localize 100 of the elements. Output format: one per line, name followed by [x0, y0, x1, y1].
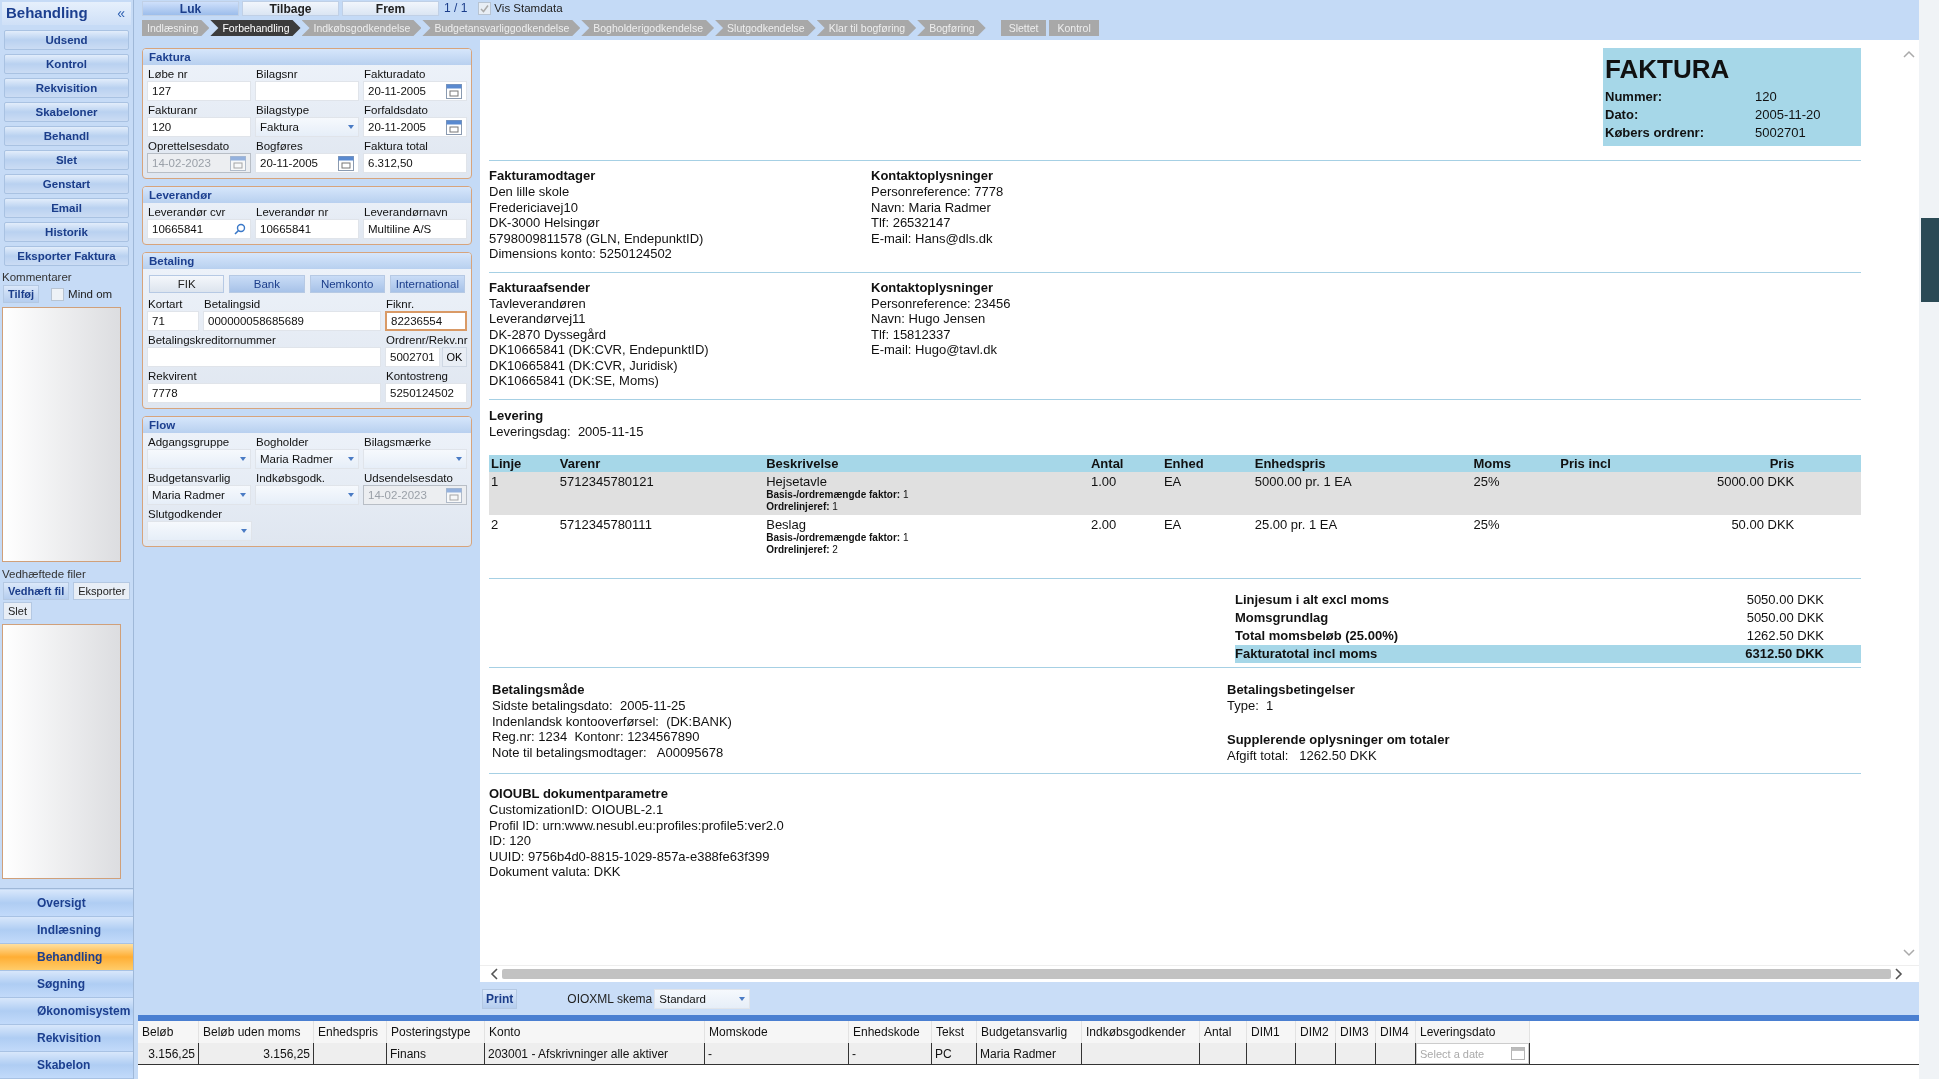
column-header[interactable]: Momskode [704, 1021, 849, 1043]
input-field[interactable]: Multiline A/S [363, 219, 467, 239]
table-cell: 203001 - Afskrivninger alle aktiver [484, 1043, 705, 1065]
delete-button[interactable]: Slet [3, 602, 32, 620]
total-label: Fakturatotal incl moms [1235, 645, 1746, 663]
input-field[interactable] [255, 81, 359, 101]
total-value: 6312.50 DKK [1745, 645, 1861, 663]
toolbar-button[interactable]: Luk [142, 0, 239, 16]
payment-tab[interactable]: International [389, 275, 465, 293]
nav-item[interactable]: Søgning [0, 971, 133, 998]
table-cell: 5712345780121 [557, 472, 765, 515]
column-header[interactable]: DIM2 [1295, 1021, 1336, 1043]
meta-label: Nummer: [1605, 88, 1664, 106]
dropdown[interactable]: Maria Radmer [255, 449, 359, 469]
column-header[interactable]: Enhedspris [313, 1021, 387, 1043]
calendar-icon [446, 83, 462, 99]
collapse-button[interactable]: « [117, 4, 125, 21]
input-field[interactable]: 120 [147, 117, 251, 137]
date-field[interactable]: 20-11-2005 [363, 81, 467, 101]
input-field[interactable]: 71 [147, 311, 199, 331]
section-header[interactable]: Faktura [143, 49, 471, 65]
input-field[interactable]: 82236554 [385, 311, 467, 331]
date-field[interactable]: 20-11-2005 [363, 117, 467, 137]
column-header[interactable]: Tekst [931, 1021, 977, 1043]
nav-item[interactable]: Indlæsning [0, 917, 133, 944]
input-field[interactable]: 10665841 [255, 219, 359, 239]
action-button[interactable]: Behandl [4, 126, 129, 146]
export-button[interactable]: Eksporter [73, 582, 131, 600]
input-field[interactable]: 5250124502 [385, 383, 467, 403]
column-header[interactable]: DIM3 [1335, 1021, 1376, 1043]
column-header[interactable]: Posteringstype [386, 1021, 485, 1043]
payment-tab[interactable]: Bank [229, 275, 305, 293]
table-cell: 5712345780111 [557, 515, 765, 558]
scrollbar-thumb[interactable] [1921, 218, 1939, 302]
ok-button[interactable]: OK [441, 347, 467, 367]
add-button[interactable]: Tilføj [3, 285, 40, 303]
scroll-up-icon[interactable] [1903, 50, 1915, 58]
dropdown[interactable] [255, 485, 359, 505]
scroll-left-icon[interactable] [490, 968, 498, 980]
payment-line: Reg.nr: 1234 Kontonr: 1234567890 [492, 729, 701, 745]
section-header[interactable]: Flow [143, 417, 471, 433]
input-field[interactable]: 7778 [147, 383, 381, 403]
dropdown[interactable]: Maria Radmer [147, 485, 251, 505]
column-header[interactable]: DIM1 [1246, 1021, 1296, 1043]
date-field[interactable]: 20-11-2005 [255, 153, 359, 173]
action-button[interactable]: Udsend [4, 30, 129, 50]
nav-item[interactable]: Behandling [0, 944, 133, 971]
action-button[interactable]: Historik [4, 222, 129, 242]
input-field[interactable]: 6.312,50 [363, 153, 467, 173]
nav-item[interactable]: Skabelon [0, 1052, 133, 1079]
dropdown[interactable] [147, 521, 253, 541]
section-header[interactable]: Leverandør [143, 187, 471, 203]
action-button[interactable]: Rekvisition [4, 78, 129, 98]
search-field[interactable]: 10665841 [147, 219, 251, 239]
column-header[interactable]: Leveringsdato [1415, 1021, 1530, 1043]
total-value: 5050.00 DKK [1746, 609, 1825, 627]
action-button[interactable]: Email [4, 198, 129, 218]
dropdown[interactable]: Standard [654, 988, 751, 1009]
nav-item[interactable]: Oversigt [0, 890, 133, 917]
column-header[interactable]: Indkøbsgodkender [1081, 1021, 1200, 1043]
column-header[interactable]: Antal [1199, 1021, 1247, 1043]
workflow-step[interactable]: Forbehandling [210, 20, 301, 36]
column-header[interactable]: Beløb [138, 1021, 199, 1043]
column-header[interactable]: Budgetansvarlig [976, 1021, 1082, 1043]
checkbox[interactable] [478, 1, 492, 15]
action-button[interactable]: Genstart [4, 174, 129, 194]
address-line: Leverandørvej11 [489, 311, 587, 327]
action-button[interactable]: Skabeloner [4, 102, 129, 122]
input-field[interactable] [147, 347, 381, 367]
toolbar-button[interactable]: Frem [342, 0, 439, 16]
input-field[interactable]: 127 [147, 81, 251, 101]
nav-item[interactable]: Rekvisition [0, 1025, 133, 1052]
nav-item[interactable]: Økonomisystem [0, 998, 133, 1025]
dropdown[interactable] [147, 449, 251, 469]
print-button[interactable]: Print [482, 988, 518, 1009]
attachments-box[interactable] [2, 624, 121, 879]
toolbar-button[interactable]: Tilbage [242, 0, 339, 16]
column-header[interactable]: Konto [484, 1021, 705, 1043]
dropdown[interactable] [363, 449, 467, 469]
column-header[interactable]: DIM4 [1375, 1021, 1416, 1043]
scrollbar-thumb[interactable] [502, 969, 1891, 979]
scroll-down-icon[interactable] [1903, 949, 1915, 957]
scroll-right-icon[interactable] [1895, 968, 1903, 980]
input-field[interactable]: 000000058685689 [203, 311, 381, 331]
dropdown[interactable]: Faktura [255, 117, 359, 137]
action-button[interactable]: Slet [4, 150, 129, 170]
action-button[interactable]: Eksporter Faktura [4, 246, 129, 266]
contact-line: Navn: Hugo Jensen [871, 311, 987, 327]
payment-tab[interactable]: Nemkonto [309, 275, 385, 293]
section-header[interactable]: Betaling [143, 253, 471, 269]
checkbox[interactable] [51, 287, 65, 301]
input-field[interactable]: 5002701 [385, 347, 440, 367]
column-header[interactable]: Enhedskode [848, 1021, 932, 1043]
payment-tab[interactable]: FIK [149, 275, 225, 293]
column-header[interactable]: Beløb uden moms [198, 1021, 314, 1043]
comments-box[interactable] [2, 307, 121, 562]
table-cell: 5000.00 pr. 1 EA [1252, 472, 1472, 515]
terms-line: Afgift total: 1262.50 DKK [1227, 747, 1378, 763]
attach-button[interactable]: Vedhæft fil [3, 582, 70, 600]
action-button[interactable]: Kontrol [4, 54, 129, 74]
